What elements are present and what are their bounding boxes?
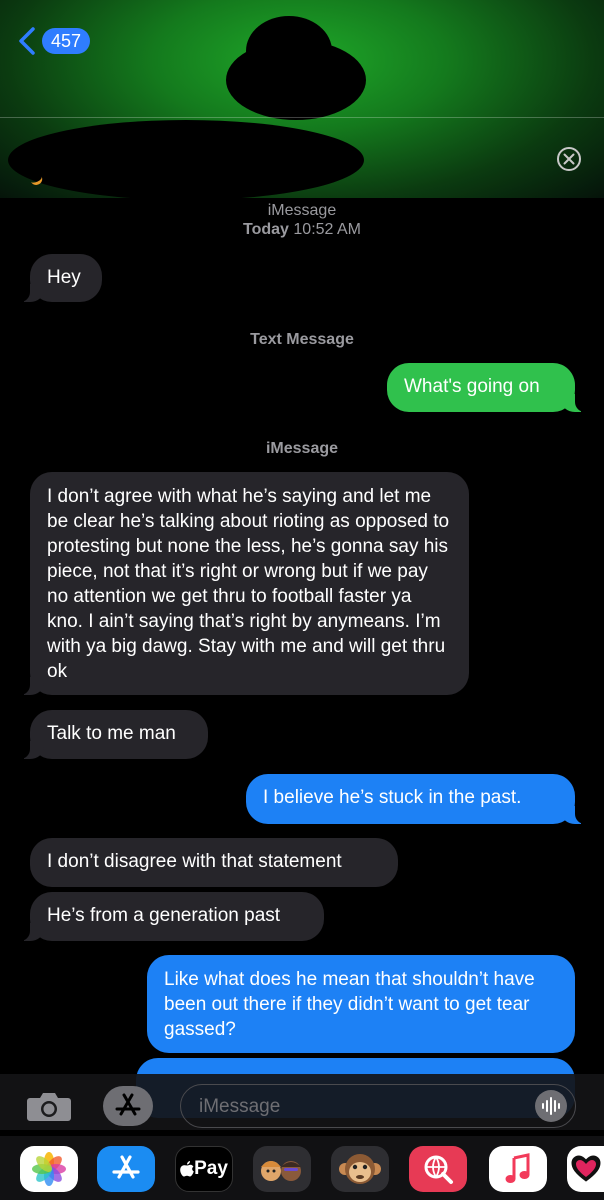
back-button[interactable]: 457	[16, 26, 91, 56]
app-store-icon	[115, 1093, 141, 1116]
timestamp-service-label: iMessage	[265, 440, 339, 457]
timestamp-service-label: Text Message	[250, 331, 354, 348]
camera-button[interactable]	[26, 1090, 72, 1127]
message-text: I believe he’s stuck in the past.	[263, 787, 522, 808]
app-store-icon	[112, 1155, 140, 1179]
timestamp-service-label: iMessage	[267, 202, 337, 219]
heart-app-button[interactable]	[567, 1146, 604, 1192]
app-drawer: Pay	[0, 1136, 604, 1200]
message-bubble-incoming[interactable]: Hey	[18, 254, 102, 302]
message-bubble-incoming[interactable]: Talk to me man	[18, 710, 208, 759]
redacted-contact-name	[8, 120, 364, 198]
photos-app-button[interactable]	[20, 1146, 78, 1192]
message-input[interactable]: iMessage	[180, 1084, 576, 1128]
close-circle-icon	[557, 147, 581, 171]
apple-pay-app-button[interactable]: Pay	[175, 1146, 233, 1192]
audio-message-button[interactable]	[535, 1090, 567, 1122]
message-bubble-outgoing[interactable]: I believe he’s stuck in the past.	[246, 774, 587, 824]
message-text: Like what does he mean that shouldn’t ha…	[164, 969, 535, 1040]
unread-count-badge: 457	[42, 28, 91, 54]
timestamp-time-label: Today 10:52 AM	[0, 221, 604, 239]
music-app-button[interactable]	[489, 1146, 547, 1192]
memoji-icon	[261, 1161, 301, 1181]
chevron-left-icon	[19, 27, 35, 55]
memoji-app-button[interactable]	[253, 1146, 311, 1192]
music-note-icon	[505, 1153, 530, 1183]
redacted-avatar-lower	[226, 40, 366, 120]
message-text: What's going on	[404, 376, 540, 397]
message-input-placeholder: iMessage	[199, 1096, 281, 1117]
message-text: Hey	[47, 267, 81, 288]
header-divider	[0, 117, 604, 118]
composer-bar: iMessage	[0, 1074, 604, 1130]
message-text: I don’t agree with what he’s saying and …	[47, 486, 450, 682]
animoji-monkey-icon	[339, 1154, 381, 1184]
message-bubble-outgoing[interactable]: Like what does he mean that shouldn’t ha…	[147, 955, 575, 1053]
message-bubble-outgoing-sms[interactable]: What's going on	[387, 363, 587, 412]
apps-button[interactable]	[103, 1086, 153, 1126]
timestamp-time: 10:52 AM	[293, 221, 361, 238]
message-bubble-incoming[interactable]: He’s from a generation past	[18, 892, 324, 941]
photos-icon	[32, 1152, 66, 1186]
message-text: I don’t disagree with that statement	[47, 851, 342, 872]
camera-icon	[27, 1093, 71, 1121]
web-images-app-button[interactable]	[409, 1146, 467, 1192]
globe-search-icon	[424, 1155, 453, 1184]
waveform-icon	[542, 1097, 560, 1115]
app-store-app-button[interactable]	[97, 1146, 155, 1192]
message-text: He’s from a generation past	[47, 905, 281, 926]
timestamp-day: Today	[243, 221, 289, 238]
apple-pay-label: Pay	[194, 1158, 228, 1179]
message-bubble-incoming[interactable]: I don’t disagree with that statement	[30, 838, 398, 887]
close-banner-button[interactable]	[556, 146, 582, 177]
heart-icon	[570, 1155, 601, 1182]
animoji-app-button[interactable]	[331, 1146, 389, 1192]
apple-logo-icon	[180, 1161, 194, 1177]
message-text: Talk to me man	[47, 723, 176, 744]
conversation-header: 457	[0, 0, 604, 198]
message-bubble-incoming[interactable]: I don’t agree with what he’s saying and …	[18, 472, 469, 695]
